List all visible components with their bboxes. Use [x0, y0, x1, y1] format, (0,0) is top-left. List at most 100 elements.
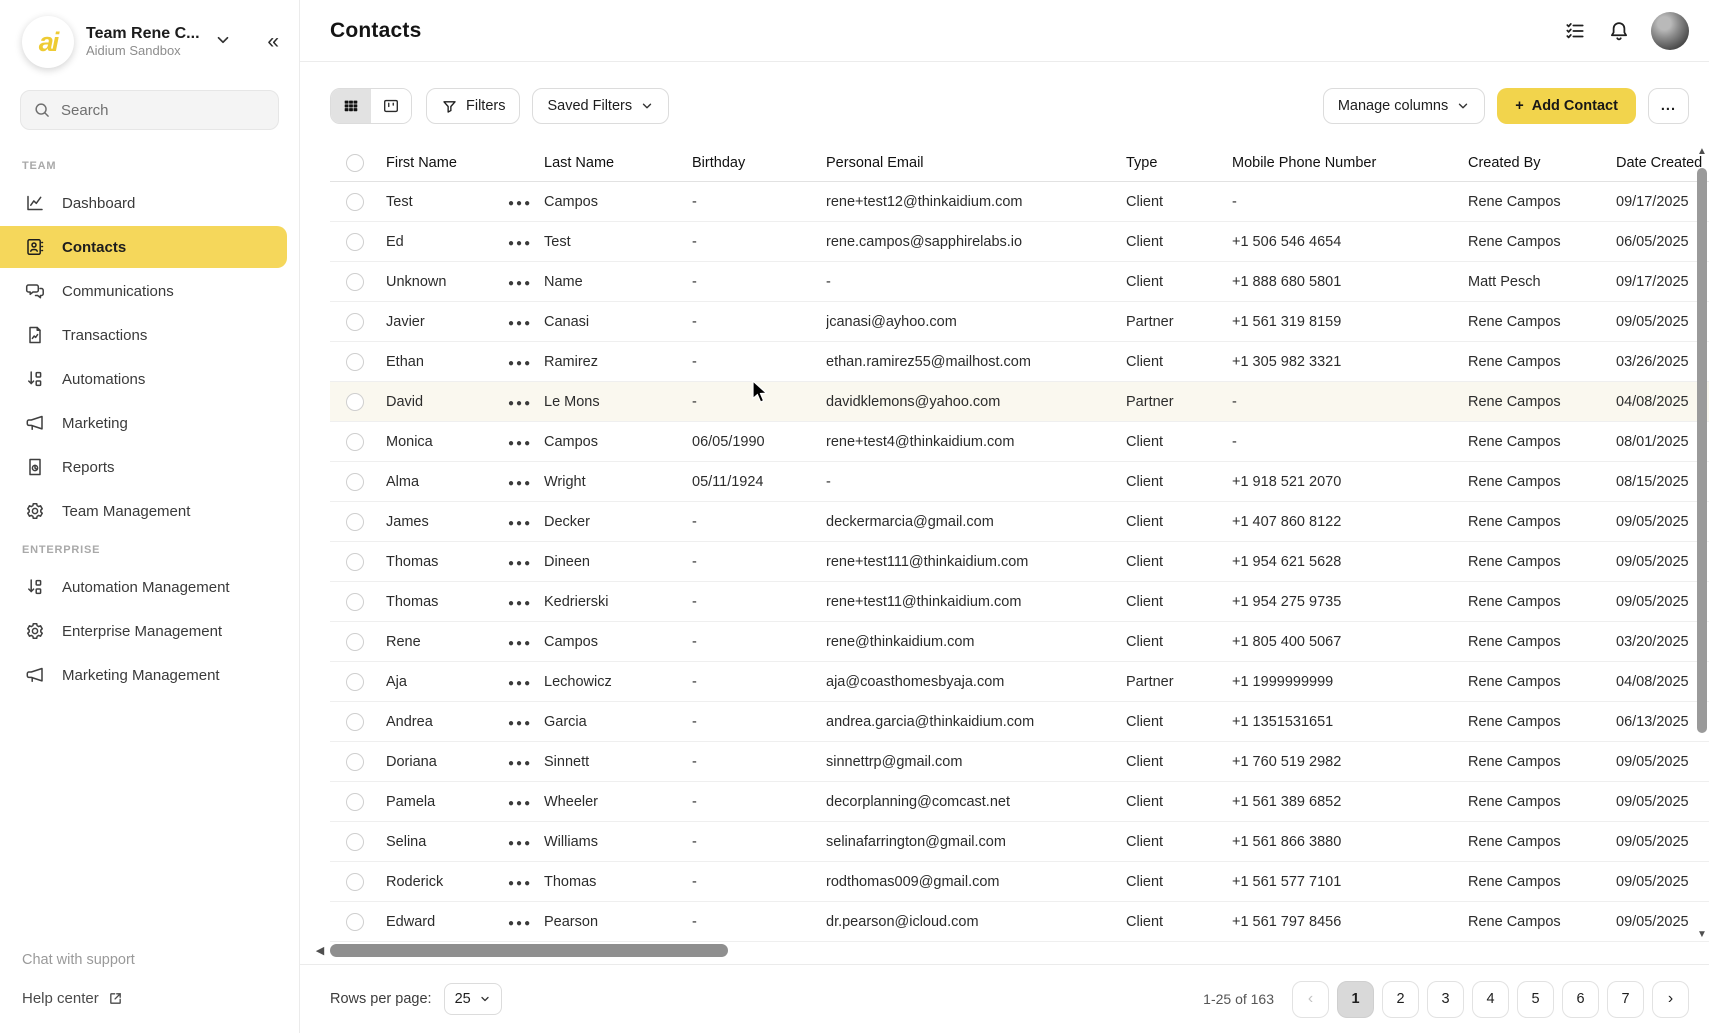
- notifications-bell-icon[interactable]: [1607, 19, 1631, 43]
- table-row[interactable]: James●●●Decker-deckermarcia@gmail.comCli…: [330, 502, 1709, 542]
- row-actions-ellipsis-icon[interactable]: ●●●: [508, 278, 532, 289]
- sidebar-item-enterprise-management[interactable]: Enterprise Management: [0, 610, 287, 652]
- table-view-icon[interactable]: [331, 89, 371, 123]
- table-row[interactable]: Andrea●●●Garcia-andrea.garcia@thinkaidiu…: [330, 702, 1709, 742]
- sidebar-item-transactions[interactable]: Transactions: [0, 314, 287, 356]
- table-row[interactable]: Test●●●Campos-rene+test12@thinkaidium.co…: [330, 182, 1709, 222]
- row-checkbox[interactable]: [346, 393, 364, 411]
- sidebar-item-automations[interactable]: Automations: [0, 358, 287, 400]
- collapse-sidebar-icon[interactable]: «: [261, 30, 285, 54]
- row-checkbox[interactable]: [346, 313, 364, 331]
- sidebar-item-reports[interactable]: Reports: [0, 446, 287, 488]
- table-row[interactable]: Selina●●●Williams-selinafarrington@gmail…: [330, 822, 1709, 862]
- page-button-6[interactable]: 6: [1562, 981, 1599, 1018]
- row-checkbox[interactable]: [346, 553, 364, 571]
- row-actions-ellipsis-icon[interactable]: ●●●: [508, 838, 532, 849]
- table-row[interactable]: Thomas●●●Kedrierski-rene+test11@thinkaid…: [330, 582, 1709, 622]
- add-contact-button[interactable]: + Add Contact: [1497, 88, 1636, 124]
- row-actions-ellipsis-icon[interactable]: ●●●: [508, 558, 532, 569]
- table-row[interactable]: Rene●●●Campos-rene@thinkaidium.comClient…: [330, 622, 1709, 662]
- column-header-created-by[interactable]: Created By: [1468, 155, 1616, 171]
- rows-per-page-select[interactable]: 25: [444, 983, 502, 1015]
- search-input-wrap[interactable]: [20, 90, 279, 130]
- previous-page-button[interactable]: ‹: [1292, 981, 1329, 1018]
- row-checkbox[interactable]: [346, 873, 364, 891]
- vertical-scroll-thumb[interactable]: [1697, 168, 1707, 733]
- row-actions-ellipsis-icon[interactable]: ●●●: [508, 238, 532, 249]
- table-row[interactable]: Thomas●●●Dineen-rene+test111@thinkaidium…: [330, 542, 1709, 582]
- scroll-down-arrow-icon[interactable]: ▼: [1695, 929, 1709, 940]
- next-page-button[interactable]: ›: [1652, 981, 1689, 1018]
- row-checkbox[interactable]: [346, 593, 364, 611]
- saved-filters-button[interactable]: Saved Filters: [532, 88, 669, 124]
- search-input[interactable]: [61, 102, 266, 119]
- table-row[interactable]: Ethan●●●Ramirez-ethan.ramirez55@mailhost…: [330, 342, 1709, 382]
- row-checkbox[interactable]: [346, 473, 364, 491]
- column-header-birthday[interactable]: Birthday: [692, 155, 826, 171]
- row-actions-ellipsis-icon[interactable]: ●●●: [508, 638, 532, 649]
- sidebar-item-dashboard[interactable]: Dashboard: [0, 182, 287, 224]
- sidebar-item-marketing-management[interactable]: Marketing Management: [0, 654, 287, 696]
- workspace-switcher[interactable]: ai Team Rene C... Aidium Sandbox «: [0, 0, 299, 78]
- row-checkbox[interactable]: [346, 753, 364, 771]
- sidebar-item-communications[interactable]: Communications: [0, 270, 287, 312]
- row-actions-ellipsis-icon[interactable]: ●●●: [508, 878, 532, 889]
- sidebar-item-contacts[interactable]: Contacts: [0, 226, 287, 268]
- table-row[interactable]: David●●●Le Mons-davidklemons@yahoo.comPa…: [330, 382, 1709, 422]
- row-actions-ellipsis-icon[interactable]: ●●●: [508, 438, 532, 449]
- row-checkbox[interactable]: [346, 513, 364, 531]
- page-button-2[interactable]: 2: [1382, 981, 1419, 1018]
- column-header-type[interactable]: Type: [1126, 155, 1232, 171]
- row-actions-ellipsis-icon[interactable]: ●●●: [508, 358, 532, 369]
- sidebar-item-team-management[interactable]: Team Management: [0, 490, 287, 532]
- table-row[interactable]: Javier●●●Canasi-jcanasi@ayhoo.comPartner…: [330, 302, 1709, 342]
- scroll-left-arrow-icon[interactable]: ◀: [312, 944, 328, 957]
- row-checkbox[interactable]: [346, 713, 364, 731]
- more-options-button[interactable]: ...: [1648, 88, 1689, 124]
- table-row[interactable]: Ed●●●Test-rene.campos@sapphirelabs.ioCli…: [330, 222, 1709, 262]
- row-actions-ellipsis-icon[interactable]: ●●●: [508, 518, 532, 529]
- table-row[interactable]: Unknown●●●Name--Client+1 888 680 5801Mat…: [330, 262, 1709, 302]
- row-checkbox[interactable]: [346, 673, 364, 691]
- row-checkbox[interactable]: [346, 353, 364, 371]
- page-button-7[interactable]: 7: [1607, 981, 1644, 1018]
- row-checkbox[interactable]: [346, 913, 364, 931]
- row-checkbox[interactable]: [346, 233, 364, 251]
- manage-columns-button[interactable]: Manage columns: [1323, 88, 1485, 124]
- row-actions-ellipsis-icon[interactable]: ●●●: [508, 598, 532, 609]
- page-button-3[interactable]: 3: [1427, 981, 1464, 1018]
- row-actions-ellipsis-icon[interactable]: ●●●: [508, 478, 532, 489]
- column-header-mobile-phone[interactable]: Mobile Phone Number: [1232, 155, 1468, 171]
- horizontal-scroll-track[interactable]: [328, 944, 1709, 957]
- page-button-4[interactable]: 4: [1472, 981, 1509, 1018]
- row-checkbox[interactable]: [346, 193, 364, 211]
- column-header-personal-email[interactable]: Personal Email: [826, 155, 1126, 171]
- sidebar-item-automation-management[interactable]: Automation Management: [0, 566, 287, 608]
- row-actions-ellipsis-icon[interactable]: ●●●: [508, 318, 532, 329]
- table-row[interactable]: Doriana●●●Sinnett-sinnettrp@gmail.comCli…: [330, 742, 1709, 782]
- row-actions-ellipsis-icon[interactable]: ●●●: [508, 758, 532, 769]
- row-checkbox[interactable]: [346, 833, 364, 851]
- column-header-first-name[interactable]: First Name: [386, 155, 508, 171]
- page-button-1[interactable]: 1: [1337, 981, 1374, 1018]
- row-actions-ellipsis-icon[interactable]: ●●●: [508, 198, 532, 209]
- filters-button[interactable]: Filters: [426, 88, 520, 124]
- kanban-view-icon[interactable]: [371, 89, 411, 123]
- select-all-checkbox[interactable]: [346, 154, 364, 172]
- help-center-link[interactable]: Help center: [22, 990, 299, 1007]
- user-avatar[interactable]: [1651, 12, 1689, 50]
- row-actions-ellipsis-icon[interactable]: ●●●: [508, 678, 532, 689]
- horizontal-scroll-thumb[interactable]: [330, 944, 728, 957]
- table-row[interactable]: Edward●●●Pearson-dr.pearson@icloud.comCl…: [330, 902, 1709, 942]
- row-actions-ellipsis-icon[interactable]: ●●●: [508, 798, 532, 809]
- table-row[interactable]: Monica●●●Campos06/05/1990rene+test4@thin…: [330, 422, 1709, 462]
- chevron-down-icon[interactable]: [214, 31, 232, 54]
- column-header-last-name[interactable]: Last Name: [544, 155, 692, 171]
- row-checkbox[interactable]: [346, 433, 364, 451]
- table-row[interactable]: Aja●●●Lechowicz-aja@coasthomesbyaja.comP…: [330, 662, 1709, 702]
- sidebar-item-marketing[interactable]: Marketing: [0, 402, 287, 444]
- row-checkbox[interactable]: [346, 793, 364, 811]
- checklist-icon[interactable]: [1563, 19, 1587, 43]
- table-row[interactable]: Pamela●●●Wheeler-decorplanning@comcast.n…: [330, 782, 1709, 822]
- table-row[interactable]: Alma●●●Wright05/11/1924-Client+1 918 521…: [330, 462, 1709, 502]
